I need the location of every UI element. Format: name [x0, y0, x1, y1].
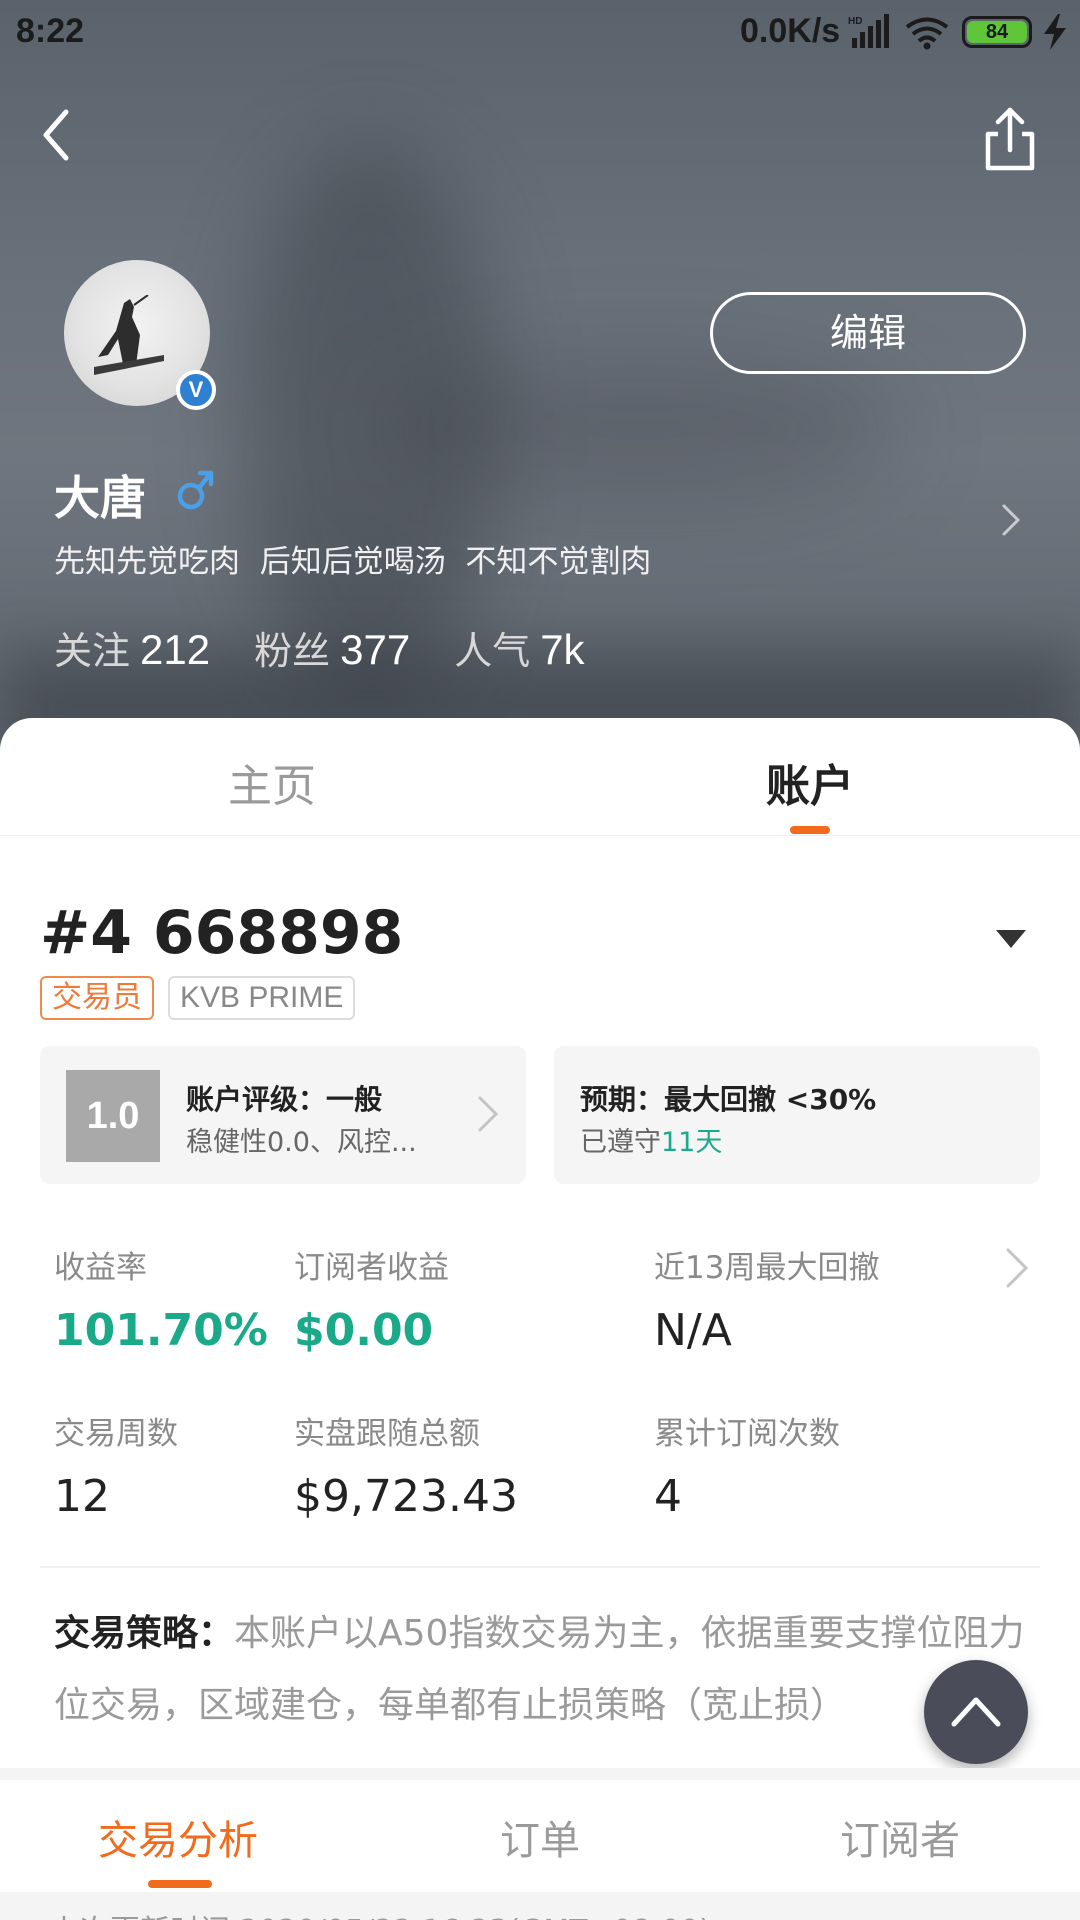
battery-icon: 84: [962, 16, 1032, 48]
tab-home[interactable]: 主页: [228, 750, 316, 814]
rating-score: 1.0: [66, 1070, 160, 1162]
expectation-prefix: 已遵守: [580, 1127, 661, 1158]
cellular-signal-icon: HD: [848, 14, 889, 48]
chevron-up-icon: [951, 1697, 1001, 1727]
metric-value: N/A: [654, 1305, 732, 1356]
last-update-time: 上次更新时间 2020/05/22 16:23(GMT+08:00): [50, 1906, 711, 1920]
metric-label: 累计订阅次数: [654, 1416, 840, 1452]
stat-label: 粉丝: [254, 629, 331, 673]
broker-tag: KVB PRIME: [168, 976, 356, 1020]
metric-max-drawdown[interactable]: 近13周最大回撤 N/A: [654, 1242, 879, 1356]
metric-follow-total: 实盘跟随总额 $9,723.43: [294, 1408, 518, 1522]
metric-label: 实盘跟随总额: [294, 1416, 480, 1452]
account-dropdown-icon[interactable]: [994, 928, 1028, 950]
metric-subscription-count: 累计订阅次数 4: [654, 1408, 840, 1522]
stat-value: 212: [140, 626, 211, 673]
tab-subscribers[interactable]: 订阅者: [840, 1808, 960, 1866]
status-bar: 8:22 0.0K/s HD 84: [0, 0, 1080, 66]
compliance-days: 11天: [661, 1127, 723, 1158]
stat-value: 7k: [540, 626, 585, 673]
stat-popularity: 人气 7k: [454, 620, 584, 675]
tab-account[interactable]: 账户: [766, 750, 854, 814]
male-icon: [177, 470, 214, 510]
account-number: #4 668898: [40, 898, 404, 968]
metric-label: 订阅者收益: [294, 1250, 449, 1286]
tab-active-indicator: [148, 1880, 212, 1888]
account-rating-box[interactable]: 1.0 账户评级：一般 稳健性0.0、风控...: [40, 1046, 526, 1184]
analysis-tabs: 交易分析 订单 订阅者: [0, 1780, 1080, 1892]
strategy-label: 交易策略：: [54, 1613, 235, 1654]
user-bio: 先知先觉吃肉 后知后觉喝汤 不知不觉割肉: [54, 544, 652, 580]
wifi-icon: [905, 17, 949, 50]
share-icon[interactable]: [978, 104, 1042, 176]
user-name: 大唐: [54, 471, 146, 525]
battery-level: 84: [967, 21, 1027, 43]
chevron-right-icon: [478, 1096, 499, 1132]
profile-tabs: 主页 账户: [0, 718, 1080, 836]
user-stats: 关注 212 粉丝 377 人气 7k: [54, 620, 629, 673]
status-time: 8:22: [16, 12, 85, 50]
metric-value: 12: [54, 1471, 110, 1522]
role-tag: 交易员: [40, 976, 154, 1020]
rating-title: 账户评级：一般: [186, 1083, 383, 1116]
metric-label: 近13周最大回撤: [654, 1250, 880, 1286]
metric-value: $9,723.43: [294, 1471, 518, 1522]
svg-text:HD: HD: [848, 16, 862, 27]
stat-followers[interactable]: 粉丝 377: [254, 620, 410, 675]
tab-active-indicator: [790, 826, 830, 834]
metric-value: 101.70%: [54, 1305, 268, 1356]
back-icon[interactable]: [30, 100, 86, 170]
scroll-to-top-button[interactable]: [924, 1660, 1028, 1764]
stat-value: 377: [340, 626, 411, 673]
update-time-strip: 上次更新时间 2020/05/22 16:23(GMT+08:00): [0, 1892, 1080, 1920]
stat-label: 人气: [454, 629, 531, 673]
chevron-right-icon[interactable]: [1004, 1246, 1030, 1290]
metric-value: 4: [654, 1471, 682, 1522]
charging-icon: [1044, 14, 1066, 50]
metric-label: 交易周数: [54, 1416, 178, 1452]
tab-trade-analysis[interactable]: 交易分析: [98, 1808, 258, 1866]
metric-subscriber-profit: 订阅者收益 $0.00: [294, 1242, 449, 1356]
expectation-title: 预期：最大回撤 <30%: [580, 1083, 877, 1116]
expectation-box: 预期：最大回撤 <30% 已遵守11天: [554, 1046, 1040, 1184]
account-card: 主页 账户 #4 668898 交易员 KVB PRIME 1.0 账户评级：一…: [0, 718, 1080, 1920]
background-blur: [380, 360, 900, 500]
metric-value: $0.00: [294, 1305, 434, 1356]
stat-label: 关注: [54, 629, 131, 673]
metric-label: 收益率: [54, 1250, 147, 1286]
expectation-subtitle: 已遵守11天: [580, 1120, 722, 1159]
metric-return-rate: 收益率 101.70%: [54, 1242, 268, 1356]
divider: [40, 1566, 1040, 1568]
stat-following[interactable]: 关注 212: [54, 620, 210, 675]
profile-detail-chevron-icon[interactable]: [1000, 502, 1024, 538]
avatar-figure-icon: [94, 295, 164, 375]
network-speed: 0.0K/s: [740, 12, 841, 50]
section-gap: [0, 1768, 1080, 1780]
edit-profile-button[interactable]: 编辑: [710, 292, 1026, 374]
verified-badge-icon: V: [176, 370, 216, 410]
trading-strategy: 交易策略：本账户以A50指数交易为主，依据重要支撑位阻力位交易，区域建仓，每单都…: [54, 1598, 1044, 1742]
profile-header: 8:22 0.0K/s HD 84 V 编辑 大唐 先知先觉吃肉 后知后觉喝汤 …: [0, 0, 1080, 760]
metric-trading-weeks: 交易周数 12: [54, 1408, 178, 1522]
rating-subtitle: 稳健性0.0、风控...: [186, 1127, 417, 1158]
tab-orders[interactable]: 订单: [500, 1808, 580, 1866]
